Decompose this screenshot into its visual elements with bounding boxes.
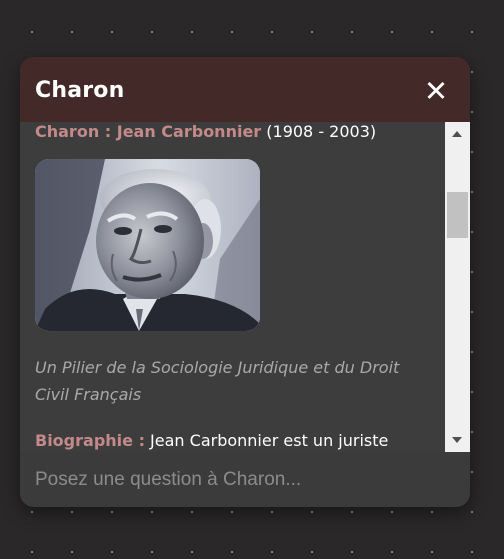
person-heading: Charon : Jean Carbonnier (1908 - 2003) [35,122,376,142]
scrollbar[interactable] [445,122,470,452]
bio-text: Jean Carbonnier est un juriste [144,431,389,450]
chat-header: Charon ✕ [20,57,470,122]
bio-line: Biographie : Jean Carbonnier est un juri… [35,431,388,451]
bio-label: Biographie : [35,431,145,450]
person-name: Charon : Jean Carbonnier [35,122,262,141]
chat-panel: Charon ✕ Charon : Jean Carbonnier (1908 … [20,57,470,507]
message-area[interactable]: Charon : Jean Carbonnier (1908 - 2003) U… [20,122,445,452]
portrait-photo [35,159,260,331]
scroll-down-icon[interactable] [452,437,462,443]
close-icon[interactable]: ✕ [422,77,450,106]
person-subtitle: Un Pilier de la Sociologie Juridique et … [35,358,400,404]
chat-title: Charon [35,78,125,103]
person-dates: (1908 - 2003) [261,122,377,141]
question-input[interactable] [20,452,470,507]
input-area [20,452,470,507]
scroll-up-icon[interactable] [452,131,462,137]
scrollbar-thumb[interactable] [447,192,468,238]
